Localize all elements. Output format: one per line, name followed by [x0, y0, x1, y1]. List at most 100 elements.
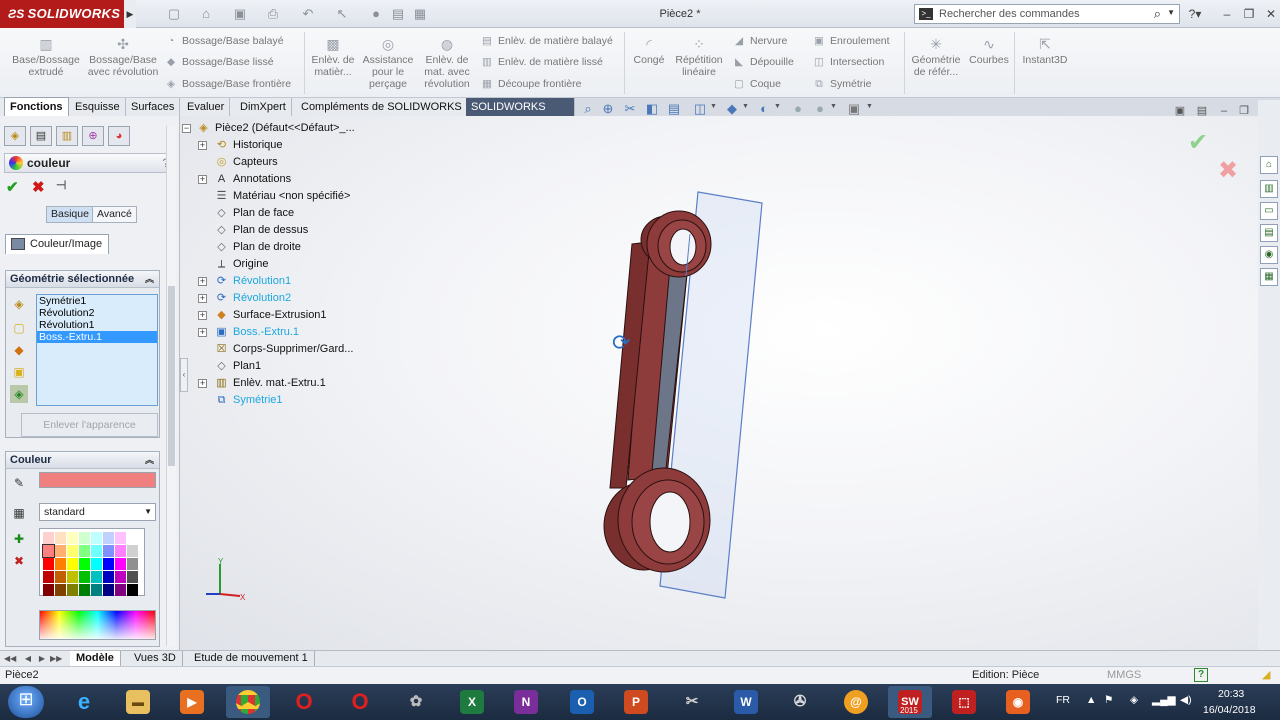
status-units[interactable]: MMGS — [1107, 667, 1141, 684]
rebuild-icon[interactable]: ● — [368, 6, 384, 22]
pin-icon[interactable]: ⊣ — [56, 178, 66, 192]
lofted-cut-button[interactable]: ▥ Enlèv. de matière lissé — [480, 53, 603, 71]
minimize-button[interactable]: – — [1218, 5, 1236, 23]
selected-geometry-list[interactable]: Symétrie1 Révolution2 Révolution1 Boss.-… — [36, 294, 158, 406]
tab-surfaces[interactable]: Surfaces — [126, 98, 181, 116]
tree-item[interactable]: ◇ Plan de droite — [182, 239, 372, 256]
color-swatch[interactable] — [91, 545, 102, 557]
instant3d-button[interactable]: ⇱ Instant3D — [1018, 36, 1072, 66]
onenote-icon[interactable]: N — [504, 686, 548, 718]
apply-scene-icon[interactable]: ● — [812, 100, 828, 118]
color-swatch[interactable] — [42, 544, 55, 558]
confirm-corner-cancel-icon[interactable]: ✖ — [1218, 156, 1238, 185]
home-icon[interactable]: ⌂ — [1260, 156, 1278, 174]
doc-restore-button[interactable]: ❐ — [1236, 104, 1252, 118]
select-component-icon[interactable]: ◈ — [10, 385, 28, 403]
language-indicator[interactable]: FR — [1056, 694, 1070, 706]
color-swatch[interactable] — [115, 584, 126, 596]
group-header[interactable]: Couleur ︽ — [6, 452, 159, 469]
select-feature-icon[interactable]: ◆ — [10, 341, 28, 359]
palette-select[interactable]: standard ▼ — [39, 503, 156, 521]
view-orientation-icon[interactable]: ◫ — [692, 100, 708, 118]
chevron-down-icon[interactable]: ▼ — [774, 103, 782, 110]
display-manager-tab-icon[interactable]: ◕ — [108, 126, 130, 146]
acrobat-icon[interactable]: ⬚ — [942, 686, 986, 718]
tab-color-image[interactable]: Couleur/Image — [5, 234, 109, 254]
scrollbar-thumb[interactable] — [168, 286, 175, 466]
help-icon[interactable]: ?▾ — [1186, 5, 1204, 23]
powerpoint-icon[interactable]: P — [614, 686, 658, 718]
save-icon[interactable]: ▣ — [232, 6, 248, 22]
curves-button[interactable]: ∿ Courbes — [966, 36, 1012, 66]
intersect-button[interactable]: ◫ Intersection — [812, 53, 884, 71]
color-swatch[interactable] — [103, 545, 114, 557]
tree-item[interactable]: ◇ Plan de dessus — [182, 222, 372, 239]
tray-expand-icon[interactable]: ▲ — [1086, 694, 1096, 706]
boundary-boss-button[interactable]: ◈ Bossage/Base frontière — [164, 75, 291, 93]
file-explorer-icon[interactable]: ▤ — [1260, 224, 1278, 242]
resources-icon[interactable]: ▥ — [1260, 180, 1278, 198]
remove-swatch-icon[interactable]: ✖ — [10, 552, 28, 570]
close-button[interactable]: ✕ — [1262, 5, 1280, 23]
cancel-button[interactable]: ✖ — [32, 178, 45, 196]
color-swatch[interactable] — [127, 571, 138, 583]
color-swatch[interactable] — [79, 571, 90, 583]
color-swatch[interactable] — [67, 571, 78, 583]
help-icon[interactable]: ? — [1194, 668, 1208, 682]
chevron-down-icon[interactable]: ▼ — [1167, 8, 1175, 17]
tab-mbd[interactable]: SOLIDWORKS MBD — [466, 98, 575, 131]
network-icon[interactable]: ▂▄▆ — [1152, 694, 1176, 706]
restore-button[interactable]: ❐ — [1240, 5, 1258, 23]
tab-motion-study[interactable]: Etude de mouvement 1 — [188, 651, 315, 666]
list-item[interactable]: Boss.-Extru.1 — [37, 331, 157, 343]
select-body-icon[interactable]: ▣ — [10, 363, 28, 381]
color-swatch[interactable] — [115, 571, 126, 583]
start-button[interactable] — [8, 686, 44, 718]
extruded-cut-button[interactable]: ▩ Enlèv. de matièr... — [310, 36, 356, 78]
color-swatch[interactable] — [55, 558, 66, 570]
tree-item[interactable]: ◇ Plan1 — [182, 358, 372, 375]
options-icon[interactable]: ▦ — [412, 6, 428, 22]
expand-icon[interactable]: + — [198, 379, 207, 388]
color-swatch[interactable] — [115, 545, 126, 557]
remove-appearance-button[interactable]: Enlever l'apparence — [21, 413, 158, 437]
color-swatch[interactable] — [43, 571, 54, 583]
zoom-area-icon[interactable]: ⊕ — [600, 100, 616, 118]
next-tab-arrow-icon[interactable]: ▶ — [36, 653, 48, 664]
dynamic-annotation-icon[interactable]: ▤ — [666, 100, 682, 118]
first-tab-arrow-icon[interactable]: ◀◀ — [4, 653, 16, 664]
revolved-boss-button[interactable]: ✣ Bossage/Base avec révolution — [86, 36, 160, 78]
volume-icon[interactable]: ◀) — [1180, 694, 1192, 706]
expand-icon[interactable]: + — [198, 277, 207, 286]
color-swatch[interactable] — [43, 558, 54, 570]
color-swatch[interactable] — [127, 545, 138, 557]
mail-icon[interactable]: @ — [834, 686, 878, 718]
chevron-down-icon[interactable]: ▼ — [866, 103, 874, 110]
tab-dimxpert[interactable]: DimXpert — [235, 98, 292, 116]
outlook-icon[interactable]: O — [560, 686, 604, 718]
edit-appearance-icon[interactable]: ● — [790, 100, 806, 118]
previous-view-icon[interactable]: ✂ — [622, 100, 638, 118]
tree-item[interactable]: + A Annotations — [182, 171, 372, 188]
collapse-caret-icon[interactable]: ︽ — [145, 452, 154, 469]
notification-icon[interactable]: ◢ — [1262, 667, 1270, 684]
reference-geometry-button[interactable]: ✳ Géométrie de référ... — [908, 36, 964, 78]
palette-grid-icon[interactable]: ▦ — [10, 504, 28, 522]
expand-icon[interactable]: + — [198, 175, 207, 184]
solidworks-logo[interactable]: ƧS SOLIDWORKS — [0, 0, 130, 28]
dimxpert-manager-tab-icon[interactable]: ⊕ — [82, 126, 104, 146]
tree-item[interactable]: + ⟲ Historique — [182, 137, 372, 154]
tree-item[interactable]: ☰ Matériau <non spécifié> — [182, 188, 372, 205]
lofted-boss-button[interactable]: ◆ Bossage/Base lissé — [164, 53, 274, 71]
color-swatch[interactable] — [103, 571, 114, 583]
search-icon[interactable]: ⌕ — [1154, 6, 1161, 22]
expand-icon[interactable]: + — [198, 294, 207, 303]
file-properties-icon[interactable]: ▤ — [390, 6, 406, 22]
current-color-swatch[interactable] — [39, 472, 156, 488]
color-palette[interactable] — [39, 528, 145, 596]
color-swatch[interactable] — [79, 545, 90, 557]
color-swatch[interactable] — [91, 584, 102, 596]
tab-model[interactable]: Modèle — [70, 651, 121, 666]
excel-icon[interactable]: X — [450, 686, 494, 718]
tab-features[interactable]: Fonctions — [4, 97, 69, 116]
